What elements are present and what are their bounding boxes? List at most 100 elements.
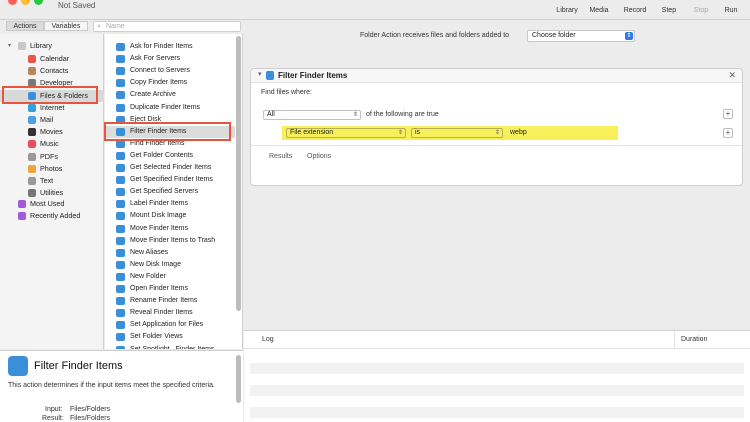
action-item-label: Rename Finder Items <box>130 297 198 305</box>
finder-icon <box>116 164 125 172</box>
action-item[interactable]: Get Folder Contents <box>105 150 235 162</box>
tab-options[interactable]: Options <box>307 153 331 160</box>
tab-variables[interactable]: Variables <box>44 21 88 31</box>
close-icon[interactable]: ✕ <box>728 70 736 81</box>
tab-actions[interactable]: Actions <box>6 21 44 31</box>
result-label: Result: <box>42 415 64 422</box>
add-row-button[interactable]: + <box>723 128 733 138</box>
movies-icon <box>28 128 36 137</box>
action-item[interactable]: Duplicate Finder Items <box>105 102 235 114</box>
library-item-photos[interactable]: Photos <box>0 163 104 175</box>
chevron-updown-icon: ⇕ <box>494 130 500 136</box>
action-item-label: Set Spotlight...Finder Items <box>130 345 215 350</box>
library-item-mail[interactable]: Mail <box>0 114 104 126</box>
attribute-select[interactable]: File extension ⇕ <box>286 128 406 138</box>
action-item[interactable]: New Folder <box>105 271 235 283</box>
finder-icon <box>116 200 125 209</box>
action-item[interactable]: Move Finder Items <box>105 223 235 235</box>
action-item[interactable]: New Aliases <box>105 247 235 259</box>
finder-icon <box>116 224 125 233</box>
most-used-icon <box>18 200 26 208</box>
action-item[interactable]: Label Finder Items <box>105 198 235 210</box>
library-item-music[interactable]: Music <box>0 138 104 150</box>
tab-results[interactable]: Results <box>269 153 292 160</box>
finder-icon <box>116 188 125 197</box>
action-item-label: Copy Finder Items <box>130 79 188 87</box>
criteria-value-field[interactable]: webp <box>510 129 527 136</box>
result-value: Files/Folders <box>70 415 111 422</box>
action-item[interactable]: Copy Finder Items <box>105 77 235 89</box>
library-item-movies[interactable]: Movies <box>0 126 104 138</box>
record-button[interactable]: Record <box>617 0 653 20</box>
action-item[interactable]: Open Finder Items <box>105 283 235 295</box>
description-title: Filter Finder Items <box>34 360 123 372</box>
action-card-title: Filter Finder Items <box>278 71 348 80</box>
action-item-label: Set Application for Files <box>130 321 204 329</box>
action-item-label: Ask for Finder Items <box>130 43 193 50</box>
action-item-label: Get Folder Contents <box>130 151 194 159</box>
recently-added-icon <box>18 212 26 221</box>
operator-select[interactable]: is ⇕ <box>411 128 503 138</box>
match-select-value: All <box>267 111 275 118</box>
log-column-header[interactable]: Log <box>262 336 274 343</box>
action-item[interactable]: Reveal Finder Items <box>105 307 235 319</box>
run-button[interactable]: Run <box>713 0 749 20</box>
finder-icon <box>116 55 125 64</box>
action-item-label: Open Finder Items <box>130 285 188 292</box>
disclosure-triangle-icon[interactable]: ▾ <box>8 40 11 52</box>
close-window-button[interactable] <box>8 0 17 5</box>
input-value: Files/Folders <box>70 406 111 413</box>
left-tab-bar: Actions Variables ⌕ Name <box>0 20 243 33</box>
action-item[interactable]: Set Folder Views <box>105 331 235 343</box>
action-item[interactable]: Connect to Servers <box>105 65 235 77</box>
match-select[interactable]: All ⇕ <box>263 110 361 120</box>
collapse-triangle-icon[interactable]: ▾ <box>258 70 262 78</box>
action-item[interactable]: Get Selected Finder Items <box>105 162 235 174</box>
finder-icon <box>116 43 125 51</box>
action-item[interactable]: Get Specified Finder Items <box>105 174 235 186</box>
finder-icon <box>116 212 125 221</box>
action-item[interactable]: Set Spotlight...Finder Items <box>105 344 235 350</box>
action-item[interactable]: Mount Disk Image <box>105 210 235 222</box>
action-item[interactable]: Set Application for Files <box>105 319 235 331</box>
library-item-most-used[interactable]: Most Used <box>0 198 104 210</box>
actions-list: Ask for Finder Items Ask For Servers Conne… <box>105 34 243 349</box>
folder-select[interactable]: Choose folder ⇕ <box>527 30 635 42</box>
action-item[interactable]: New Disk Image <box>105 259 235 271</box>
library-item-recently-added[interactable]: Recently Added <box>0 210 104 222</box>
action-card-header[interactable]: ▾ Filter Finder Items ✕ <box>251 69 742 83</box>
media-button[interactable]: Media <box>581 0 617 20</box>
document-title: Not Saved <box>58 1 96 10</box>
library-item-pdfs[interactable]: PDFs <box>0 151 104 163</box>
library-item-text[interactable]: Text <box>0 175 104 187</box>
zoom-window-button[interactable] <box>34 0 43 5</box>
action-item[interactable]: Rename Finder Items <box>105 295 235 307</box>
step-button-label: Step <box>661 7 677 14</box>
media-button-label: Media <box>589 7 609 14</box>
library-button[interactable]: Library <box>549 0 585 20</box>
finder-icon <box>116 79 125 88</box>
step-button[interactable]: Step <box>651 0 687 20</box>
action-item-label: Mount Disk Image <box>130 212 187 220</box>
library-item-calendar[interactable]: Calendar <box>0 53 104 65</box>
action-item[interactable]: Get Specified Servers <box>105 186 235 198</box>
action-item-label: Get Specified Finder Items <box>130 176 213 184</box>
action-item[interactable]: Move Finder Items to Trash <box>105 235 235 247</box>
actions-scrollbar[interactable] <box>236 36 241 311</box>
action-item[interactable]: Ask for Finder Items <box>105 41 235 53</box>
workflow-area: Folder Action receives files and folders… <box>244 20 750 320</box>
library-root[interactable]: ▾ Library <box>0 40 104 52</box>
search-field[interactable]: ⌕ Name <box>93 21 241 32</box>
library-root-label: Library <box>30 41 52 50</box>
popup-arrows-icon: ⇕ <box>625 32 633 40</box>
action-item[interactable]: Create Archive <box>105 89 235 101</box>
duration-column-header[interactable]: Duration <box>681 336 707 343</box>
minimize-window-button[interactable] <box>21 0 30 5</box>
finder-icon <box>116 260 125 269</box>
description-scrollbar[interactable] <box>236 355 241 403</box>
library-item-contacts[interactable]: Contacts <box>0 65 104 77</box>
action-card: ▾ Filter Finder Items ✕ Find files where… <box>250 68 743 186</box>
action-item[interactable]: Ask For Servers <box>105 53 235 65</box>
add-criteria-button[interactable]: + <box>723 109 733 119</box>
action-item-label: Move Finder Items to Trash <box>130 236 216 244</box>
